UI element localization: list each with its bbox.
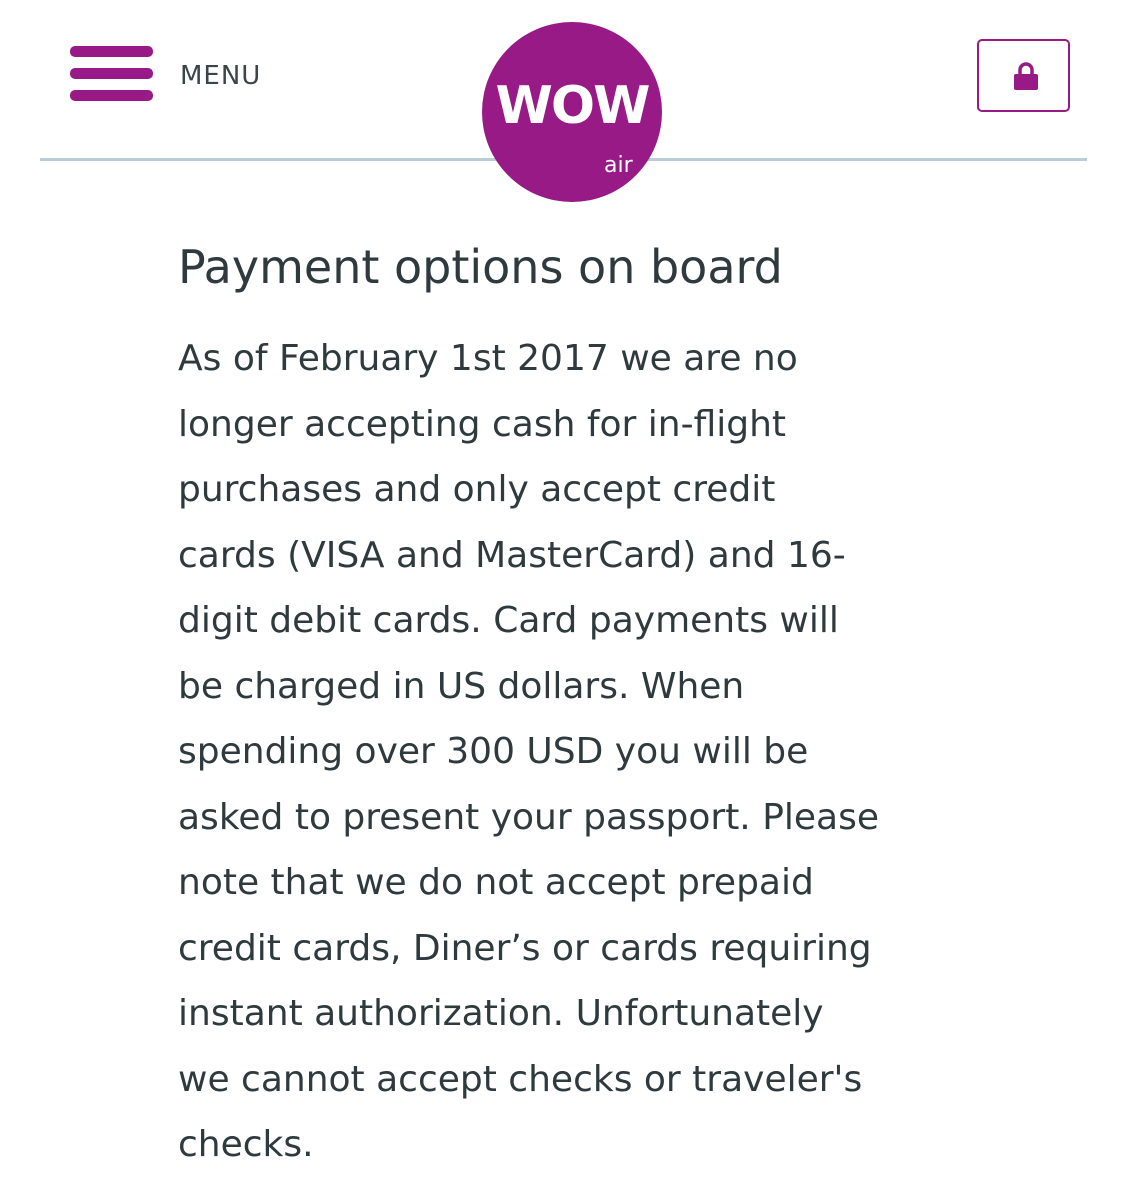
paragraph-line: checks.: [178, 1124, 314, 1165]
paragraph-line: asked to present your passport. Please: [178, 796, 880, 838]
paragraph-line: credit cards, Diner’s or cards requiring: [178, 927, 872, 969]
menu-label: MENU: [180, 61, 262, 91]
wow-air-logo[interactable]: WOW air: [482, 22, 662, 202]
menu-button[interactable]: MENU: [70, 46, 260, 102]
logo-wordmark: WOW: [495, 76, 651, 136]
main-content: Payment options on board As of February …: [178, 236, 978, 1178]
paragraph-line: we cannot accept checks or traveler's: [178, 1058, 863, 1100]
payment-info-paragraph: As of February 1st 2017 we are no longer…: [178, 326, 978, 1178]
paragraph-line: purchases and only accept credit: [178, 469, 776, 510]
page-title: Payment options on board: [178, 240, 783, 294]
paragraph-line: instant authorization. Unfortunately: [178, 993, 824, 1034]
logo-subtext: air: [604, 153, 633, 178]
paragraph-line: spending over 300 USD you will be: [178, 731, 809, 772]
hamburger-icon: [70, 46, 153, 102]
paragraph-line: As of February 1st 2017 we are no: [178, 338, 798, 379]
paragraph-line: digit debit cards. Card payments will: [178, 600, 839, 641]
lock-icon: [1014, 62, 1038, 90]
paragraph-line: note that we do not accept prepaid: [178, 862, 814, 903]
site-header: MENU WOW air: [0, 0, 1127, 210]
paragraph-line: cards (VISA and MasterCard) and 16-: [178, 534, 846, 576]
paragraph-line: be charged in US dollars. When: [178, 665, 745, 707]
secure-login-button[interactable]: [977, 39, 1070, 112]
paragraph-line: longer accepting cash for in-flight: [178, 403, 787, 445]
